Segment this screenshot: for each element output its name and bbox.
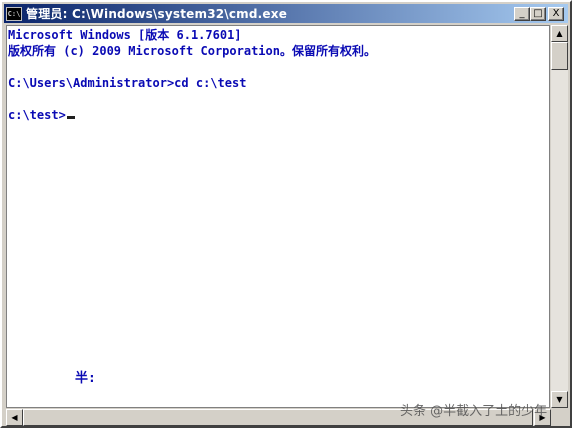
console-line: 版权所有 (c) 2009 Microsoft Corporation。保留所有…: [8, 44, 376, 58]
watermark-text: 头条 @半截入了土的少年: [400, 404, 548, 419]
cmd-app-icon[interactable]: C:\: [6, 6, 22, 21]
prompt-text: c:\test>: [8, 108, 66, 122]
maximize-button[interactable]: □: [530, 7, 546, 21]
ime-status: 半:: [75, 371, 96, 386]
scroll-up-button[interactable]: ▲: [551, 25, 568, 42]
vertical-scrollbar[interactable]: ▲ ▼: [551, 25, 568, 408]
console-output[interactable]: Microsoft Windows [版本 6.1.7601] 版权所有 (c)…: [6, 25, 550, 408]
close-button[interactable]: X: [548, 7, 564, 21]
size-grip[interactable]: [551, 409, 568, 426]
minimize-button[interactable]: _: [514, 7, 530, 21]
vertical-scroll-thumb[interactable]: [551, 42, 568, 70]
title-bar[interactable]: C:\ 管理员: C:\Windows\system32\cmd.exe _ □…: [4, 4, 568, 23]
window-title: 管理员: C:\Windows\system32\cmd.exe: [26, 7, 288, 21]
console-line: C:\Users\Administrator>cd c:\test: [8, 76, 247, 90]
scroll-down-button[interactable]: ▼: [551, 391, 568, 408]
console-line: Microsoft Windows [版本 6.1.7601]: [8, 28, 242, 42]
prompt-line: c:\test>: [8, 107, 75, 123]
text-cursor: [66, 116, 75, 119]
cmd-window: C:\ 管理员: C:\Windows\system32\cmd.exe _ □…: [0, 0, 572, 428]
scroll-left-button[interactable]: ◀: [6, 409, 23, 426]
